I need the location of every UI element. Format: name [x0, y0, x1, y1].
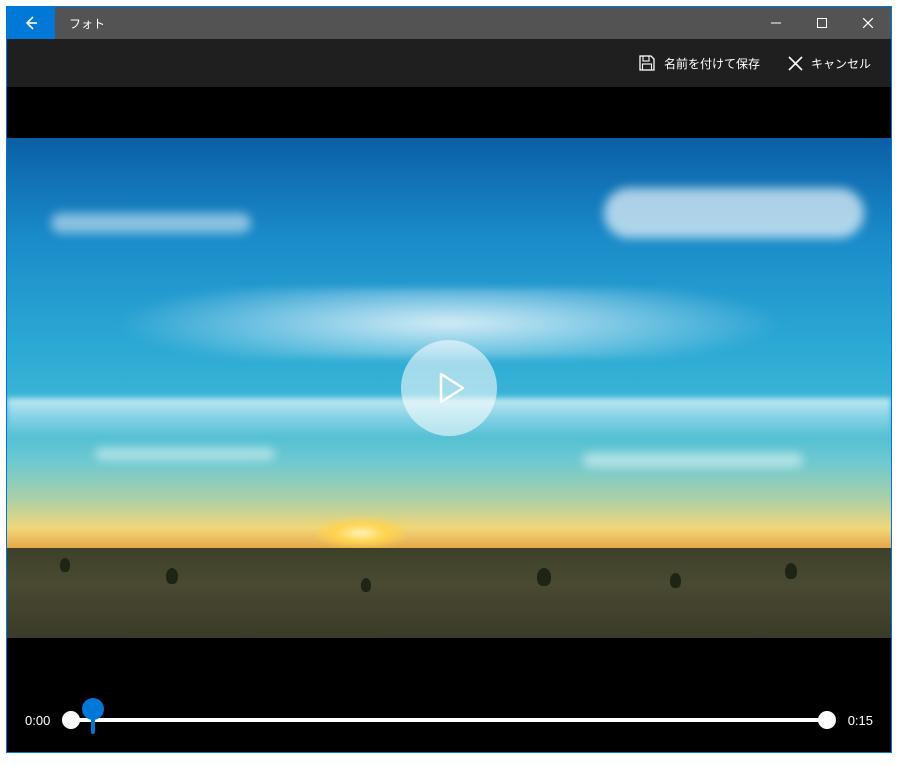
tree-decoration [60, 558, 70, 572]
timeline-end-label: 0:15 [841, 713, 873, 728]
app-window: フォト 名前を付けて保存 [6, 6, 892, 753]
timeline: 0:00 0:15 [7, 688, 891, 752]
tree-decoration [537, 568, 551, 586]
save-icon [638, 54, 656, 72]
save-as-label: 名前を付けて保存 [664, 55, 760, 72]
playhead-circle [82, 698, 104, 720]
cloud-decoration [583, 453, 803, 467]
ground-decoration [7, 548, 891, 638]
trim-start-handle[interactable] [62, 711, 80, 729]
video-frame [7, 138, 891, 638]
close-button[interactable] [845, 7, 891, 39]
sun-decoration [316, 518, 406, 548]
cloud-decoration [51, 213, 251, 233]
arrow-left-icon [23, 15, 39, 31]
play-button[interactable] [401, 340, 497, 436]
toolbar: 名前を付けて保存 キャンセル [7, 39, 891, 87]
window-title: フォト [55, 7, 119, 39]
tree-decoration [166, 568, 178, 584]
minimize-button[interactable] [753, 7, 799, 39]
cancel-button[interactable]: キャンセル [776, 49, 883, 78]
tree-decoration [785, 563, 797, 579]
cloud-decoration [95, 448, 275, 460]
close-icon [863, 18, 873, 28]
trim-end-handle[interactable] [818, 711, 836, 729]
save-as-button[interactable]: 名前を付けて保存 [626, 48, 772, 78]
titlebar: フォト [7, 7, 891, 39]
titlebar-spacer [119, 7, 753, 39]
timeline-track-line [71, 718, 827, 722]
maximize-icon [817, 18, 827, 28]
tree-decoration [670, 573, 681, 588]
cancel-label: キャンセル [811, 55, 871, 72]
play-icon [429, 368, 469, 408]
cloud-decoration [604, 188, 864, 238]
timeline-start-label: 0:00 [25, 713, 57, 728]
maximize-button[interactable] [799, 7, 845, 39]
back-button[interactable] [7, 7, 55, 39]
x-icon [788, 56, 803, 71]
tree-decoration [361, 578, 371, 592]
timeline-track[interactable] [71, 704, 827, 736]
playhead-stem [91, 718, 95, 734]
minimize-icon [771, 18, 781, 28]
playhead-handle[interactable] [82, 698, 104, 734]
video-preview-area [7, 87, 891, 688]
